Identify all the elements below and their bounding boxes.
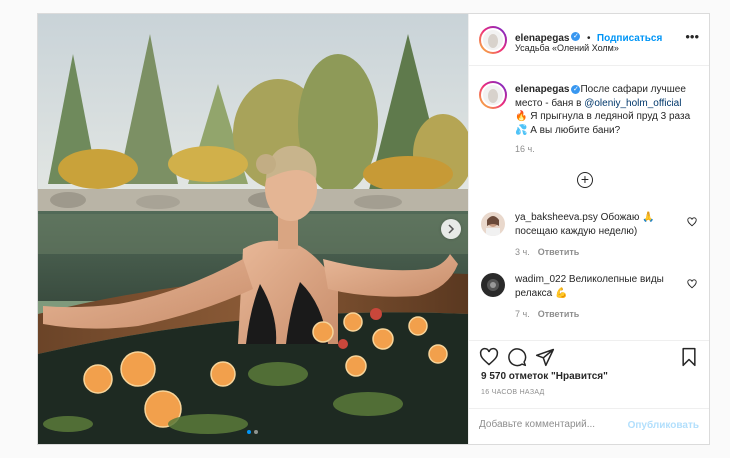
carousel-dot-active <box>247 430 251 434</box>
post-header: elenapegas ✓ • Подписаться Усадьба «Олени… <box>469 14 709 66</box>
photo-hot-tub-woman <box>38 14 468 444</box>
caption-text-2: 🔥 Я прыгнула в ледяной пруд 3 раза💦 А вы… <box>515 111 691 136</box>
comment-meta: 7 ч. Ответить <box>515 309 579 319</box>
save-icon[interactable] <box>679 347 699 367</box>
publish-button[interactable]: Опубликовать <box>628 420 699 431</box>
plus-icon: + <box>580 171 590 187</box>
add-comment-bar: Опубликовать <box>469 408 709 444</box>
post-time-ago[interactable]: 16 ЧАСОВ НАЗАД <box>481 389 545 396</box>
commenter-photo <box>486 216 500 236</box>
commenter-avatar[interactable] <box>481 273 505 297</box>
comment-time[interactable]: 3 ч. <box>515 247 530 257</box>
commenter-photo <box>487 279 499 291</box>
comment-username[interactable]: wadim_022 <box>515 274 566 285</box>
verified-icon: ✓ <box>571 32 581 42</box>
caption-username[interactable]: elenapegas <box>515 84 569 95</box>
caption: elenapegas ✓ После сафари лучшее место - б… <box>515 83 695 137</box>
load-more-comments-button[interactable]: + <box>577 172 593 188</box>
action-bar <box>469 340 709 374</box>
comment: ya_baksheeva.psy Обожаю 🙏 посещаю каждую… <box>515 211 675 238</box>
heart-icon <box>687 279 697 289</box>
comment-icon[interactable] <box>507 347 527 367</box>
author-avatar[interactable] <box>479 26 507 54</box>
carousel-dot <box>254 430 258 434</box>
reply-button[interactable]: Ответить <box>538 309 580 319</box>
caption-mention-link[interactable]: @oleniy_holm_official <box>584 98 681 109</box>
post-sidebar: elenapegas ✓ • Подписаться Усадьба «Олени… <box>468 14 709 444</box>
post-photo[interactable] <box>38 14 468 444</box>
instagram-post: elenapegas ✓ • Подписаться Усадьба «Олени… <box>37 13 710 445</box>
commenter-avatar[interactable] <box>481 212 505 236</box>
share-icon[interactable] <box>535 347 555 367</box>
caption-avatar[interactable] <box>479 81 507 109</box>
post-location[interactable]: Усадьба «Олений Холм» <box>515 43 619 53</box>
heart-icon[interactable] <box>479 347 499 367</box>
comment-like-button[interactable] <box>687 279 697 291</box>
comment: wadim_022 Великолепные виды релакса 💪 <box>515 273 675 300</box>
heart-icon <box>687 217 697 227</box>
comment-like-button[interactable] <box>687 217 697 229</box>
comment-meta: 3 ч. Ответить <box>515 247 579 257</box>
comment-time[interactable]: 7 ч. <box>515 309 530 319</box>
carousel-next-button[interactable] <box>441 219 461 239</box>
next-arrow-icon <box>448 224 455 234</box>
more-options-button[interactable]: ••• <box>685 30 699 43</box>
comment-input[interactable] <box>479 419 619 430</box>
carousel-dots <box>247 430 258 434</box>
caption-time[interactable]: 16 ч. <box>515 144 535 154</box>
comment-username[interactable]: ya_baksheeva.psy <box>515 212 598 223</box>
likes-count[interactable]: 9 570 отметок "Нравится" <box>481 371 608 382</box>
reply-button[interactable]: Ответить <box>538 247 580 257</box>
